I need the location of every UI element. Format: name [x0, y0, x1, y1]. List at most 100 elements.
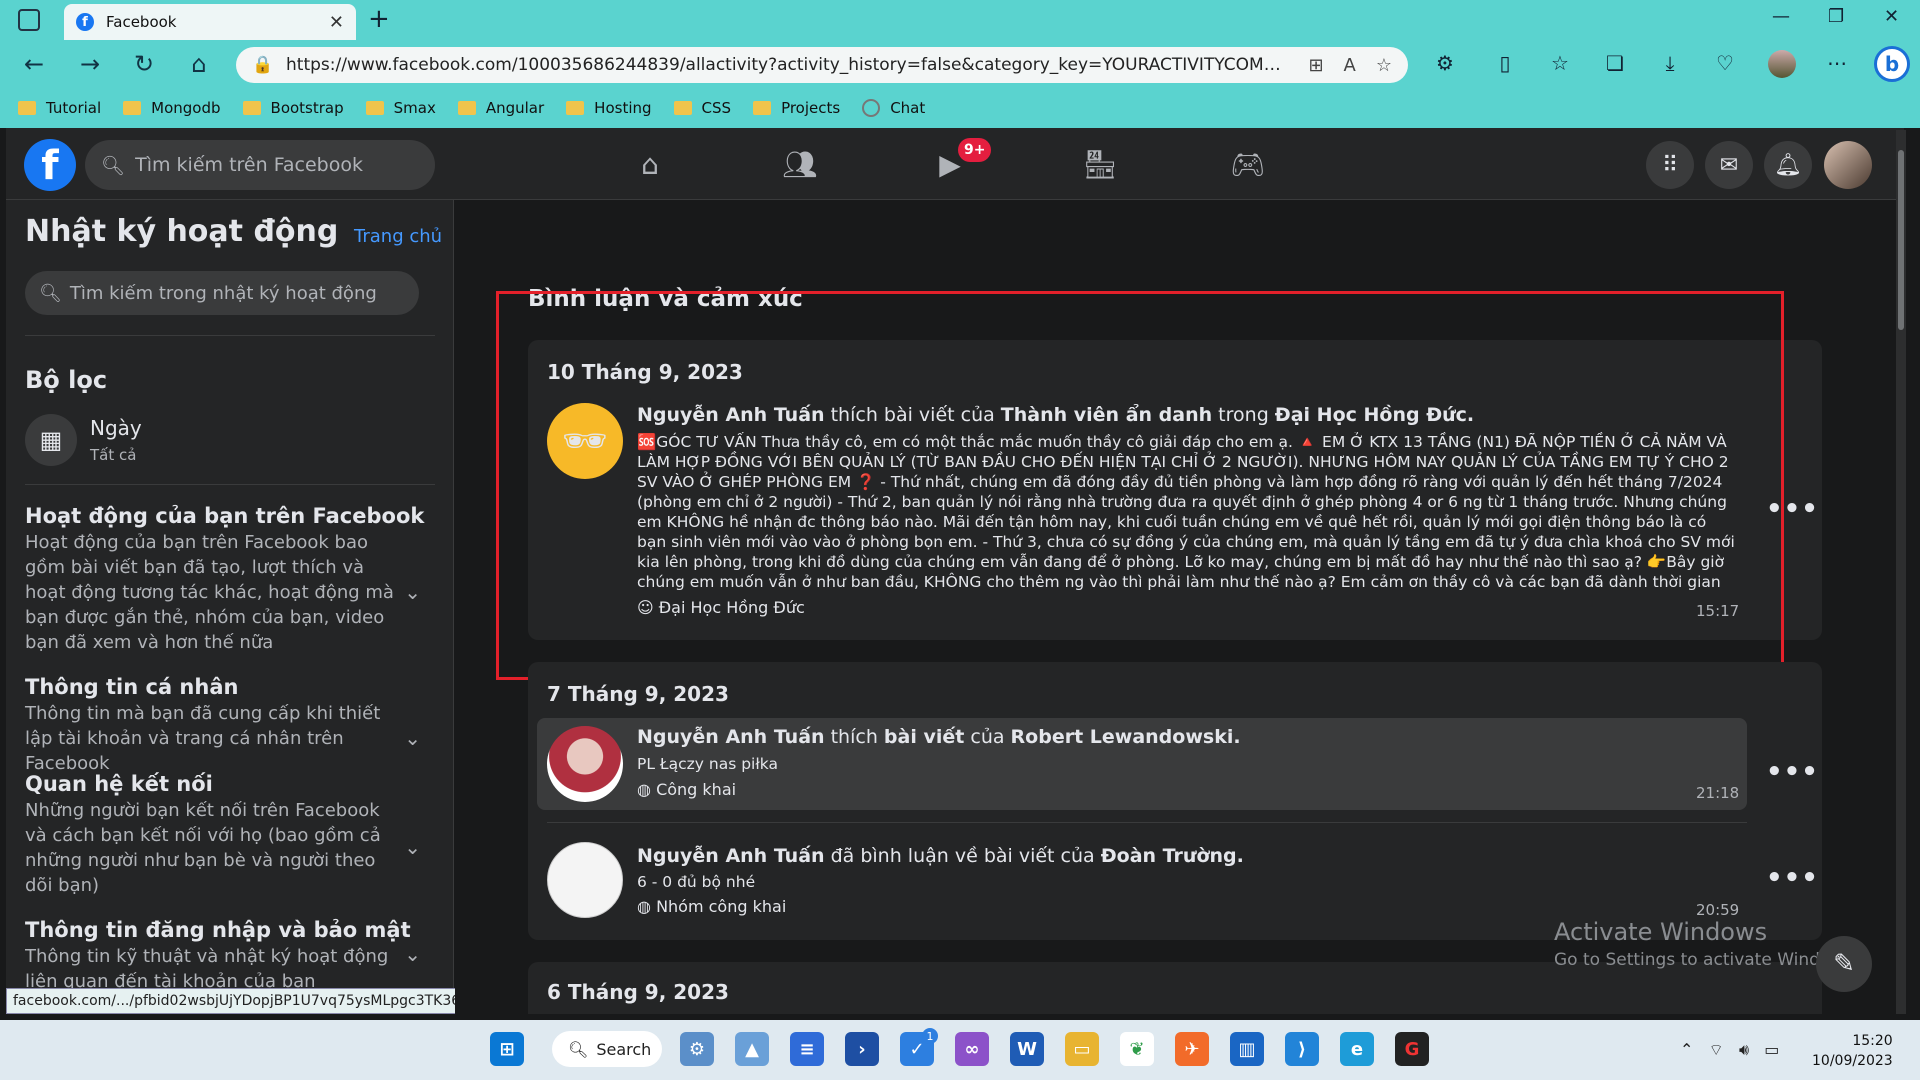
favorite-star-icon[interactable]: ☆	[1376, 55, 1392, 76]
performance-icon[interactable]: ♡	[1710, 51, 1740, 75]
settings-app-icon[interactable]: ⚙	[680, 1032, 714, 1066]
maximize-icon[interactable]: ❐	[1828, 6, 1844, 27]
collections-icon[interactable]: ❏	[1600, 51, 1630, 75]
home-link[interactable]: Trang chủ	[354, 226, 442, 247]
folder-icon	[365, 101, 384, 115]
garena-icon[interactable]: G	[1395, 1032, 1429, 1066]
post-preview-text: PL Łączy nas piłka	[637, 755, 778, 773]
category-title: Thông tin đăng nhập và bảo mật	[25, 918, 411, 942]
messenger-icon[interactable]: ✉	[1705, 141, 1753, 189]
activity-headline[interactable]: Nguyễn Anh Tuấn thích bài viết của Rober…	[637, 726, 1241, 748]
extensions-icon[interactable]: ⚙	[1430, 51, 1460, 75]
tab-actions-icon[interactable]	[18, 9, 40, 31]
category-connections[interactable]: Quan hệ kết nối Những người bạn kết nối …	[25, 772, 435, 898]
bookmark-projects[interactable]: Projects	[753, 99, 840, 117]
bookmark-angular[interactable]: Angular	[457, 99, 544, 117]
target-name[interactable]: bài viết	[884, 726, 964, 748]
read-aloud-icon[interactable]: A	[1344, 55, 1356, 76]
activity-headline[interactable]: Nguyễn Anh Tuấn đã bình luận về bài viết…	[637, 845, 1244, 867]
category-your-activity[interactable]: Hoạt động của bạn trên Facebook Hoạt độn…	[25, 504, 435, 655]
divider	[25, 335, 435, 336]
bookmark-smax[interactable]: Smax	[365, 99, 436, 117]
menu-grid-icon[interactable]: ⠿	[1646, 141, 1694, 189]
system-tray[interactable]: ⌃ ⌔ 🔊︎ ▭	[1680, 1040, 1779, 1060]
downloads-icon[interactable]: ⤓	[1655, 51, 1685, 75]
doan-truong-avatar[interactable]	[547, 842, 623, 918]
facebook-logo-icon[interactable]: f	[24, 139, 76, 191]
app-available-icon[interactable]: ⊞	[1308, 55, 1323, 76]
account-avatar[interactable]	[1824, 141, 1872, 189]
vscode-icon[interactable]: ⟩	[1285, 1032, 1319, 1066]
more-menu-icon[interactable]: ⋯	[1822, 51, 1852, 75]
facebook-search-input[interactable]: 🔍︎ Tìm kiếm trên Facebook	[85, 140, 435, 190]
bookmark-tutorial[interactable]: Tutorial	[18, 99, 101, 117]
minimize-icon[interactable]: —	[1772, 6, 1790, 27]
refresh-icon[interactable]: ↻	[128, 50, 160, 78]
chevron-down-icon: ⌄	[404, 942, 421, 966]
date-filter-value: Tất cả	[90, 446, 137, 464]
search-icon: 🔍︎	[568, 1039, 589, 1059]
category-login-security[interactable]: Thông tin đăng nhập và bảo mật Thông tin…	[25, 918, 435, 990]
activity-verb: thích	[824, 726, 884, 748]
notifications-bell-icon[interactable]: 🔔︎	[1764, 141, 1812, 189]
notepad-app-icon[interactable]: ≡	[790, 1032, 824, 1066]
bookmarks-bar: Tutorial Mongodb Bootstrap Smax Angular …	[0, 88, 1920, 128]
browser-profile-avatar[interactable]	[1768, 50, 1796, 78]
forward-icon[interactable]: →	[74, 50, 106, 78]
scrollbar-thumb[interactable]	[1898, 150, 1904, 330]
start-menu-icon[interactable]: ⊞	[490, 1032, 524, 1066]
taskbar-search[interactable]: 🔍︎ Search	[552, 1031, 662, 1067]
more-options-icon[interactable]: •••	[1766, 863, 1819, 893]
bookmark-mongodb[interactable]: Mongodb	[123, 99, 221, 117]
taskbar-clock[interactable]: 15:20 10/09/2023	[1812, 1031, 1893, 1071]
visual-studio-icon[interactable]: ∞	[955, 1032, 989, 1066]
mongodb-compass-icon[interactable]: ❦	[1120, 1032, 1154, 1066]
nav-friends-icon[interactable]: 👥︎	[778, 148, 822, 184]
browser-tab[interactable]: f Facebook ✕	[64, 4, 356, 40]
actor-name[interactable]: Nguyễn Anh Tuấn	[637, 845, 825, 867]
postman-icon[interactable]: ✈	[1175, 1032, 1209, 1066]
window-close-icon[interactable]: ✕	[1884, 6, 1899, 27]
address-bar[interactable]: 🔒 https://www.facebook.com/1000356862448…	[236, 47, 1408, 83]
close-tab-icon[interactable]: ✕	[329, 12, 344, 33]
category-personal-info[interactable]: Thông tin cá nhân Thông tin mà bạn đã cu…	[25, 675, 435, 776]
lock-icon: 🔒	[252, 55, 274, 75]
tab-title: Facebook	[106, 13, 177, 31]
nav-gaming-icon[interactable]: 🎮︎	[1226, 148, 1270, 184]
actor-name[interactable]: Nguyễn Anh Tuấn	[637, 726, 825, 748]
file-explorer-icon[interactable]: ▭	[1065, 1032, 1099, 1066]
robert-lewandowski-avatar[interactable]	[547, 726, 623, 802]
trello-icon[interactable]: ▥	[1230, 1032, 1264, 1066]
page-name[interactable]: Robert Lewandowski.	[1011, 726, 1241, 748]
activate-subtitle: Go to Settings to activate Windows.	[1554, 950, 1859, 970]
activity-search-input[interactable]: 🔍︎ Tìm kiếm trong nhật ký hoạt động	[25, 271, 419, 315]
terminal-app-icon[interactable]: ›	[845, 1032, 879, 1066]
category-title: Thông tin cá nhân	[25, 675, 239, 699]
copilot-icon[interactable]: b	[1874, 46, 1910, 82]
new-tab-button[interactable]: +	[368, 4, 390, 34]
bookmark-chat[interactable]: Chat	[862, 99, 925, 117]
bookmark-css[interactable]: CSS	[673, 99, 731, 117]
date-heading: 7 Tháng 9, 2023	[547, 682, 729, 706]
chevron-down-icon: ⌄	[404, 835, 421, 859]
bookmark-bootstrap[interactable]: Bootstrap	[242, 99, 344, 117]
nav-marketplace-icon[interactable]: 🏪︎	[1078, 148, 1122, 184]
audience-label: ◍ Công khai	[637, 780, 737, 799]
sidebar-title: Nhật ký hoạt động	[25, 214, 339, 249]
more-options-icon[interactable]: •••	[1766, 757, 1819, 787]
clock-date: 10/09/2023	[1812, 1053, 1893, 1069]
nav-home-icon[interactable]: ⌂	[628, 148, 672, 184]
favorites-icon[interactable]: ☆	[1545, 51, 1575, 75]
bookmark-hosting[interactable]: Hosting	[566, 99, 652, 117]
audience-label: ◍ Nhóm công khai	[637, 897, 787, 916]
photos-app-icon[interactable]: ▲	[735, 1032, 769, 1066]
back-icon[interactable]: ←	[18, 50, 50, 78]
edge-browser-icon[interactable]: e	[1340, 1032, 1374, 1066]
home-icon[interactable]: ⌂	[183, 50, 215, 78]
word-app-icon[interactable]: W	[1010, 1032, 1044, 1066]
target-name[interactable]: Đoàn Trường.	[1101, 845, 1244, 867]
date-filter[interactable]: ▦ Ngày Tất cả	[25, 414, 435, 470]
new-message-compose-icon[interactable]: ✎	[1816, 936, 1872, 992]
folder-icon	[18, 101, 36, 115]
split-screen-icon[interactable]: ▯	[1490, 51, 1520, 75]
